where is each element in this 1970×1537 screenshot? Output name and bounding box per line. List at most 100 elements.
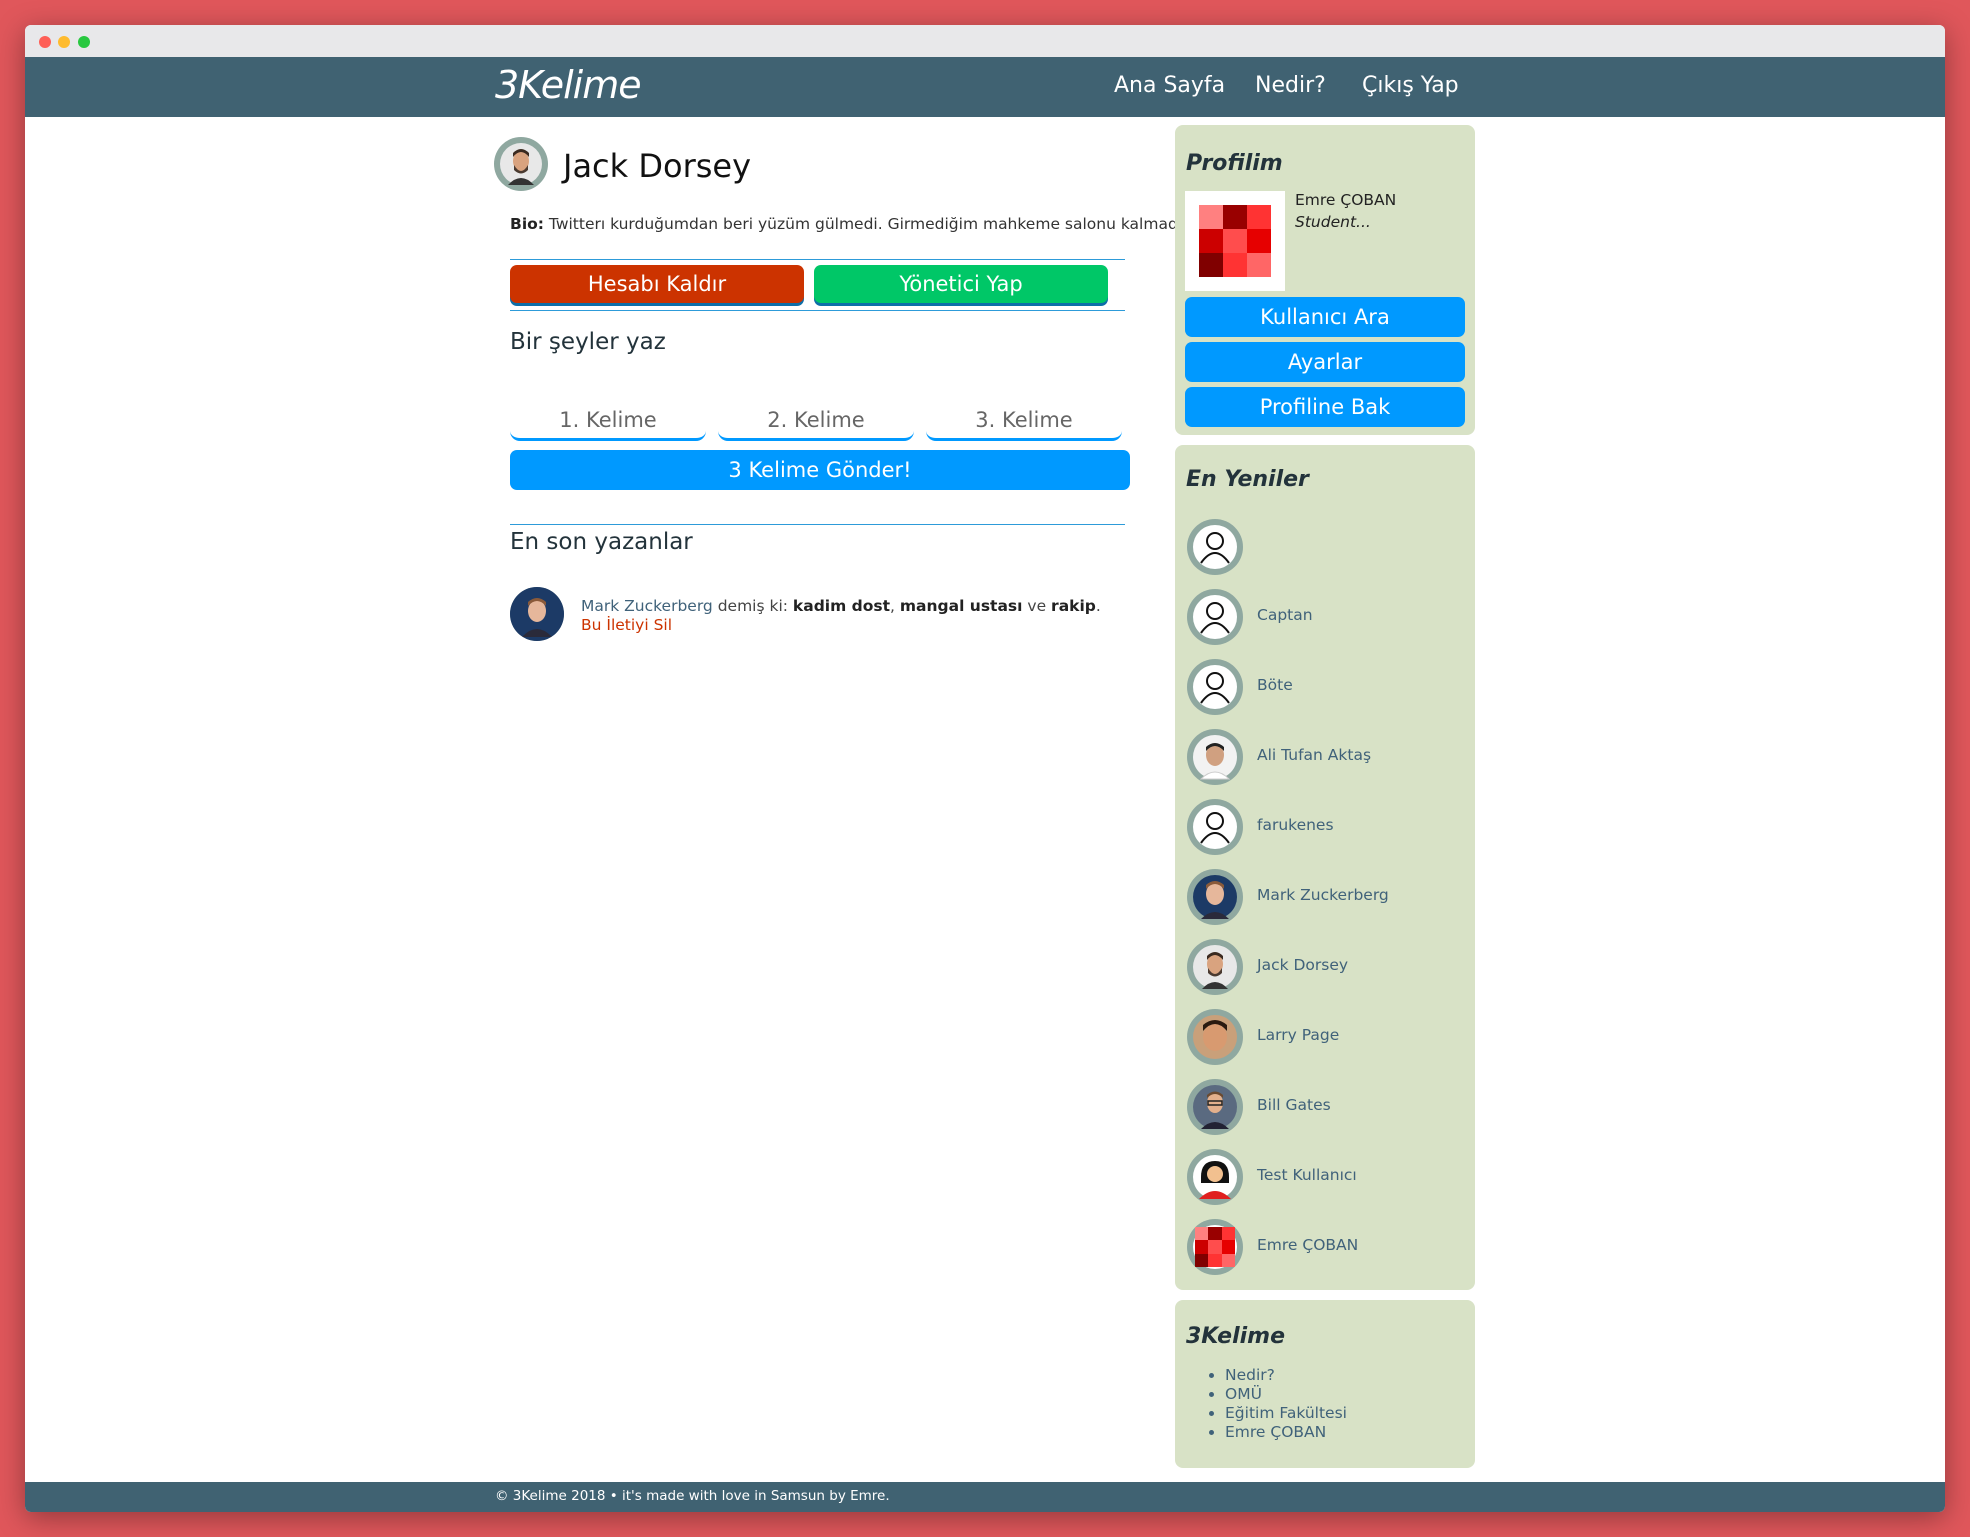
my-profile-panel: Profilim Emre ÇOBAN Student... Kullanıcı… bbox=[1175, 125, 1475, 435]
newest-user-item[interactable]: Emre ÇOBAN bbox=[1187, 1219, 1467, 1275]
default-user-icon bbox=[1193, 525, 1237, 569]
close-window-button[interactable] bbox=[39, 36, 51, 48]
divider bbox=[510, 259, 1125, 260]
post-said: demiş ki: bbox=[712, 597, 793, 615]
person-photo-icon bbox=[510, 587, 564, 641]
user-name: Larry Page bbox=[1257, 1026, 1340, 1044]
nav-about-link[interactable]: Nedir? bbox=[1255, 73, 1326, 98]
user-name: Bill Gates bbox=[1257, 1096, 1331, 1114]
about-link[interactable]: Nedir? bbox=[1225, 1366, 1347, 1385]
post-text: Mark Zuckerberg demiş ki: kadim dost, ma… bbox=[581, 597, 1101, 615]
newest-user-item[interactable]: Mark Zuckerberg bbox=[1187, 869, 1467, 925]
word2-input[interactable] bbox=[718, 401, 914, 441]
post-author-link[interactable]: Mark Zuckerberg bbox=[581, 597, 713, 615]
nav-home-link[interactable]: Ana Sayfa bbox=[1114, 73, 1225, 98]
user-avatar bbox=[1187, 729, 1243, 785]
default-user-icon bbox=[1193, 665, 1237, 709]
newest-user-item[interactable]: Test Kullanıcı bbox=[1187, 1149, 1467, 1205]
user-avatar-icon bbox=[1193, 1155, 1237, 1199]
view-profile-button[interactable]: Profiline Bak bbox=[1185, 387, 1465, 427]
nav-logout-link[interactable]: Çıkış Yap bbox=[1362, 73, 1459, 98]
user-avatar bbox=[1187, 1219, 1243, 1275]
user-name: Ali Tufan Aktaş bbox=[1257, 746, 1372, 764]
newest-user-item[interactable]: Bill Gates bbox=[1187, 1079, 1467, 1135]
window-titlebar bbox=[25, 25, 1945, 57]
user-avatar bbox=[1187, 1149, 1243, 1205]
identicon-icon bbox=[1193, 1225, 1237, 1269]
settings-button[interactable]: Ayarlar bbox=[1185, 342, 1465, 382]
newest-user-item[interactable]: Jack Dorsey bbox=[1187, 939, 1467, 995]
post-sep2: ve bbox=[1022, 597, 1052, 615]
newest-user-item[interactable]: Ali Tufan Aktaş bbox=[1187, 729, 1467, 785]
make-admin-button[interactable]: Yönetici Yap bbox=[814, 265, 1108, 303]
user-name: Emre ÇOBAN bbox=[1257, 1236, 1359, 1254]
post-word1: kadim dost bbox=[792, 597, 891, 615]
my-profile-bio: Student... bbox=[1295, 213, 1371, 231]
latest-title: En son yazanlar bbox=[510, 529, 693, 555]
user-avatar bbox=[1187, 1009, 1243, 1065]
newest-user-item[interactable] bbox=[1187, 519, 1467, 575]
bio-label: Bio: bbox=[510, 215, 544, 233]
user-avatar bbox=[1187, 799, 1243, 855]
newest-user-item[interactable]: Larry Page bbox=[1187, 1009, 1467, 1065]
user-avatar bbox=[1187, 659, 1243, 715]
minimize-window-button[interactable] bbox=[58, 36, 70, 48]
footer-text: © 3Kelime 2018 • it's made with love in … bbox=[495, 1488, 890, 1504]
send-words-button[interactable]: 3 Kelime Gönder! bbox=[510, 450, 1130, 490]
compose-title: Bir şeyler yaz bbox=[510, 329, 666, 355]
footer: © 3Kelime 2018 • it's made with love in … bbox=[25, 1482, 1945, 1512]
top-navbar: 3Kelime Ana Sayfa Nedir? Çıkış Yap bbox=[25, 57, 1945, 117]
newest-users-panel: En Yeniler Captan Böte Ali Tufan Aktaş f… bbox=[1175, 445, 1475, 1290]
post-author-avatar[interactable] bbox=[510, 587, 564, 641]
about-panel: 3Kelime Nedir? OMÜ Eğitim Fakültesi Emre… bbox=[1175, 1300, 1475, 1468]
default-user-icon bbox=[1193, 805, 1237, 849]
maximize-window-button[interactable] bbox=[78, 36, 90, 48]
newest-user-item[interactable]: Captan bbox=[1187, 589, 1467, 645]
profile-bio: Bio: Twitterı kurduğumdan beri yüzüm gül… bbox=[510, 215, 1187, 233]
person-photo-icon bbox=[1193, 735, 1237, 780]
person-photo-icon bbox=[1193, 945, 1237, 989]
post-end: . bbox=[1095, 597, 1101, 615]
profile-name: Jack Dorsey bbox=[563, 147, 752, 185]
newest-user-item[interactable]: Böte bbox=[1187, 659, 1467, 715]
delete-post-link[interactable]: Bu İletiyi Sil bbox=[581, 616, 672, 634]
post-word2: mangal ustası bbox=[899, 597, 1023, 615]
post-sep1: , bbox=[890, 597, 900, 615]
user-name: Mark Zuckerberg bbox=[1257, 886, 1389, 904]
user-avatar bbox=[1187, 519, 1243, 575]
newest-user-item[interactable]: farukenes bbox=[1187, 799, 1467, 855]
my-profile-avatar[interactable] bbox=[1185, 191, 1285, 291]
default-user-icon bbox=[1193, 595, 1237, 639]
user-avatar bbox=[1187, 1079, 1243, 1135]
remove-account-button[interactable]: Hesabı Kaldır bbox=[510, 265, 804, 303]
word1-input[interactable] bbox=[510, 401, 706, 441]
user-name: Captan bbox=[1257, 606, 1313, 624]
main-area: Jack Dorsey Bio: Twitterı kurduğumdan be… bbox=[25, 117, 1945, 1482]
about-links: Nedir? OMÜ Eğitim Fakültesi Emre ÇOBAN bbox=[1201, 1366, 1347, 1442]
browser-window: 3Kelime Ana Sayfa Nedir? Çıkış Yap Jack … bbox=[25, 25, 1945, 1512]
user-name: farukenes bbox=[1257, 816, 1334, 834]
word3-input[interactable] bbox=[926, 401, 1122, 441]
divider bbox=[510, 524, 1125, 525]
divider bbox=[510, 310, 1125, 311]
person-photo-icon bbox=[1193, 875, 1237, 919]
my-profile-name: Emre ÇOBAN bbox=[1295, 191, 1397, 209]
user-name: Test Kullanıcı bbox=[1257, 1166, 1357, 1184]
about-link[interactable]: Eğitim Fakültesi bbox=[1225, 1404, 1347, 1423]
about-link[interactable]: Emre ÇOBAN bbox=[1225, 1423, 1347, 1442]
user-avatar bbox=[1187, 869, 1243, 925]
brand-logo[interactable]: 3Kelime bbox=[495, 63, 642, 107]
user-avatar bbox=[1187, 589, 1243, 645]
post-word3: rakip bbox=[1051, 597, 1096, 615]
person-photo-icon bbox=[1193, 1015, 1237, 1059]
person-photo-icon bbox=[500, 143, 542, 185]
my-profile-title: Profilim bbox=[1186, 151, 1283, 176]
profile-avatar bbox=[494, 137, 548, 191]
user-name: Böte bbox=[1257, 676, 1293, 694]
about-link[interactable]: OMÜ bbox=[1225, 1385, 1347, 1404]
person-photo-icon bbox=[1193, 1085, 1237, 1129]
newest-users-title: En Yeniler bbox=[1186, 467, 1309, 492]
user-avatar bbox=[1187, 939, 1243, 995]
search-user-button[interactable]: Kullanıcı Ara bbox=[1185, 297, 1465, 337]
bio-text: Twitterı kurduğumdan beri yüzüm gülmedi.… bbox=[543, 215, 1188, 233]
